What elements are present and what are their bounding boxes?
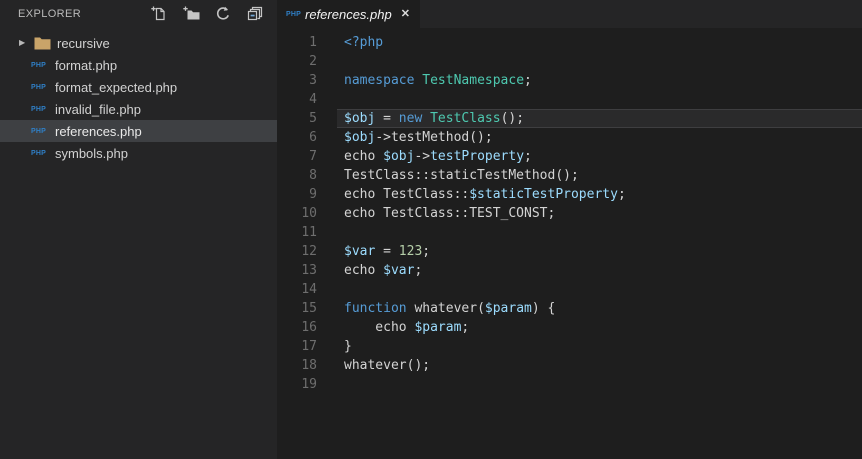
file-label: invalid_file.php xyxy=(55,101,142,117)
php-file-icon: PHP xyxy=(31,105,46,113)
code-line-5[interactable]: 5 $obj = new TestClass(); xyxy=(277,109,862,128)
line-number: 16 xyxy=(301,320,317,335)
code-line-11[interactable]: 11 xyxy=(277,223,862,242)
new-file-icon xyxy=(151,6,167,22)
php-file-icon: PHP xyxy=(286,10,301,18)
line-number: 7 xyxy=(309,149,317,164)
line-content: function whatever($param) { xyxy=(344,301,556,316)
line-number: 17 xyxy=(301,339,317,354)
explorer-header: EXPLORER xyxy=(0,0,277,28)
code-line-19[interactable]: 19 xyxy=(277,375,862,394)
code-line-18[interactable]: 18 whatever(); xyxy=(277,356,862,375)
code-line-8[interactable]: 8 TestClass::staticTestMethod(); xyxy=(277,166,862,185)
tab-label: references.php xyxy=(305,6,392,22)
line-number: 3 xyxy=(309,73,317,88)
tree-item-symbols-php[interactable]: PHP symbols.php xyxy=(0,142,277,164)
tree-item-recursive[interactable]: ▶ recursive xyxy=(0,32,277,54)
file-label: symbols.php xyxy=(55,145,128,161)
new-folder-button[interactable] xyxy=(182,6,200,22)
php-file-icon: PHP xyxy=(31,127,46,135)
php-file-icon: PHP xyxy=(31,61,46,69)
line-number: 2 xyxy=(309,54,317,69)
line-number: 6 xyxy=(309,130,317,145)
code-line-6[interactable]: 6 $obj->testMethod(); xyxy=(277,128,862,147)
line-content: } xyxy=(344,339,352,354)
code-editor[interactable]: 1 <?php 2 3 namespace TestNamespace; 4 5 $obj =… xyxy=(277,28,862,459)
code-line-17[interactable]: 17} xyxy=(277,337,862,356)
new-folder-icon xyxy=(182,6,200,22)
folder-icon xyxy=(34,37,51,50)
file-label: references.php xyxy=(55,123,142,139)
refresh-button[interactable] xyxy=(215,6,231,22)
file-label: format.php xyxy=(55,57,118,73)
tree-item-format-expected-php[interactable]: PHP format_expected.php xyxy=(0,76,277,98)
line-content: TestClass::staticTestMethod(); xyxy=(344,168,579,183)
folder-label: recursive xyxy=(57,35,110,51)
code-line-7[interactable]: 7 echo $obj->testProperty; xyxy=(277,147,862,166)
tab-bar: PHP references.php ✕ xyxy=(277,0,862,28)
code-line-13[interactable]: 13 echo $var; xyxy=(277,261,862,280)
chevron-right-icon[interactable]: ▶ xyxy=(19,39,31,47)
line-number: 14 xyxy=(301,282,317,297)
line-number: 18 xyxy=(301,358,317,373)
tree-item-format-php[interactable]: PHP format.php xyxy=(0,54,277,76)
code-line-12[interactable]: 12 $var = 123; xyxy=(277,242,862,261)
line-number: 10 xyxy=(301,206,317,221)
code-line-10[interactable]: 10 echo TestClass::TEST_CONST; xyxy=(277,204,862,223)
tree-item-references-php[interactable]: PHP references.php xyxy=(0,120,277,142)
code-line-1[interactable]: 1 <?php xyxy=(277,33,862,52)
code-line-16[interactable]: 16 echo $param; xyxy=(277,318,862,337)
close-icon[interactable]: ✕ xyxy=(401,8,410,20)
line-number: 11 xyxy=(301,225,317,240)
code-line-15[interactable]: 15 function whatever($param) { xyxy=(277,299,862,318)
line-number: 4 xyxy=(309,92,317,107)
line-content: namespace TestNamespace; xyxy=(344,73,532,88)
code-line-3[interactable]: 3 namespace TestNamespace; xyxy=(277,71,862,90)
file-label: format_expected.php xyxy=(55,79,178,95)
tree-item-invalid-file-php[interactable]: PHP invalid_file.php xyxy=(0,98,277,120)
line-content: echo $obj->testProperty; xyxy=(344,149,532,164)
line-number: 19 xyxy=(301,377,317,392)
editor-group: PHP references.php ✕ 1 <?php 2 3 namespace T… xyxy=(277,0,862,459)
collapse-all-icon xyxy=(247,6,263,22)
new-file-button[interactable] xyxy=(151,6,167,22)
vscode-window: EXPLORER ▶ recursive PHP format.php PHP forma… xyxy=(0,0,862,459)
explorer-sidebar: EXPLORER ▶ recursive PHP format.php PHP forma… xyxy=(0,0,277,459)
code-line-2[interactable]: 2 xyxy=(277,52,862,71)
php-file-icon: PHP xyxy=(31,83,46,91)
line-content: echo TestClass::$staticTestProperty; xyxy=(344,187,626,202)
line-content: $obj = new TestClass(); xyxy=(344,111,525,126)
line-content: echo $param; xyxy=(344,320,470,335)
line-content: whatever(); xyxy=(344,358,431,373)
explorer-actions xyxy=(151,6,263,22)
line-number: 8 xyxy=(309,168,317,183)
line-content: <?php xyxy=(344,35,384,50)
tab-references-php[interactable]: PHP references.php ✕ xyxy=(277,0,420,28)
refresh-icon xyxy=(215,6,231,22)
line-number: 5 xyxy=(309,111,317,126)
line-number: 15 xyxy=(301,301,317,316)
collapse-all-button[interactable] xyxy=(247,6,263,22)
php-file-icon: PHP xyxy=(31,149,46,157)
line-content: $obj->testMethod(); xyxy=(344,130,493,145)
explorer-title: EXPLORER xyxy=(18,8,82,20)
code-line-14[interactable]: 14 xyxy=(277,280,862,299)
line-content: $var = 123; xyxy=(344,244,431,259)
line-number: 13 xyxy=(301,263,317,278)
code-line-4[interactable]: 4 xyxy=(277,90,862,109)
line-number: 9 xyxy=(309,187,317,202)
code-line-9[interactable]: 9 echo TestClass::$staticTestProperty; xyxy=(277,185,862,204)
file-tree: ▶ recursive PHP format.php PHP format_expecte… xyxy=(0,32,277,164)
line-number: 1 xyxy=(309,35,317,50)
line-number: 12 xyxy=(301,244,317,259)
line-content: echo $var; xyxy=(344,263,423,278)
line-content: echo TestClass::TEST_CONST; xyxy=(344,206,556,221)
